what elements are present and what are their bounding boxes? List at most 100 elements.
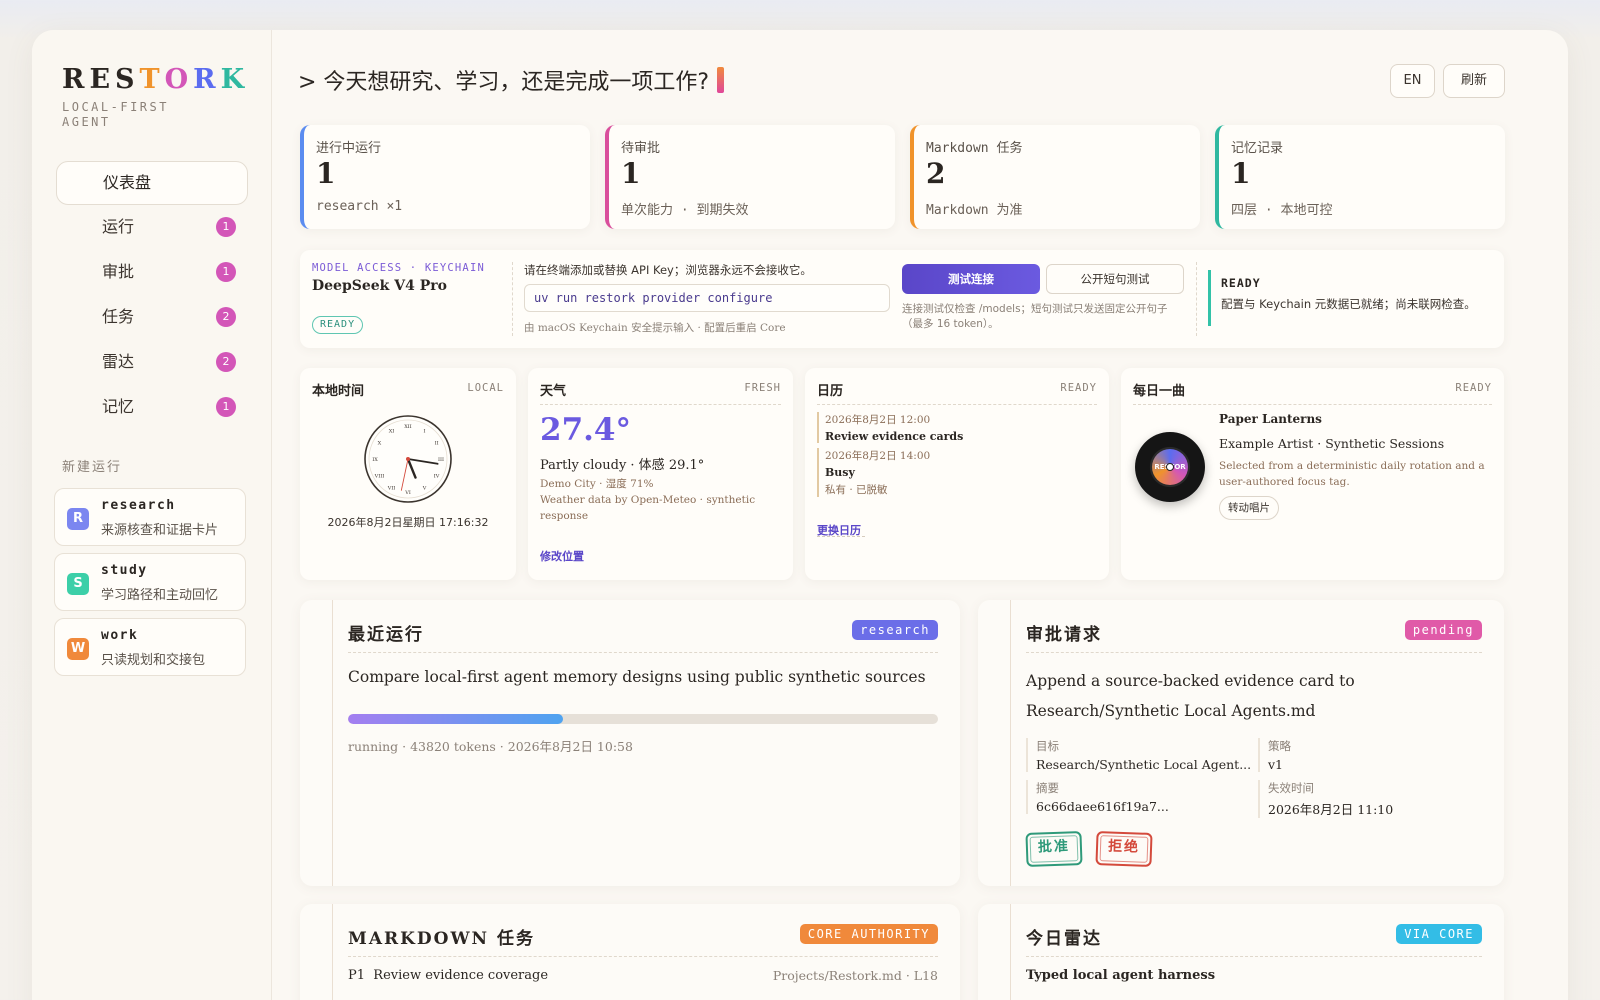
app-window: RESTORK LOCAL-FIRST AGENT 仪表盘 运行 1 审批 1 … — [32, 30, 1568, 1000]
nav-item-memory[interactable]: 记忆 1 — [56, 387, 248, 427]
logo-letter: S — [115, 64, 140, 95]
nav-item-radar[interactable]: 雷达 2 — [56, 342, 248, 382]
nav-item-label: 审批 — [102, 262, 135, 281]
run-type-badge: research — [852, 620, 938, 640]
language-button[interactable]: EN — [1390, 64, 1435, 98]
stat-sub: research ×1 — [316, 199, 403, 214]
spin-record-button[interactable]: 转动唱片 — [1219, 496, 1279, 520]
digest-field: 摘要 6c66daee616f19a7... — [1026, 780, 1169, 814]
sidebar: RESTORK LOCAL-FIRST AGENT 仪表盘 运行 1 审批 1 … — [32, 30, 272, 1000]
model-status-badge: READY — [312, 316, 364, 334]
api-key-instruction: 请在终端添加或替换 API Key；浏览器永远不会接收它。 — [524, 263, 812, 277]
weather-location: Demo City · 湿度 71% — [540, 478, 654, 490]
song-title: Paper Lanterns — [1219, 412, 1322, 426]
radar-item[interactable]: Typed local agent harness — [1026, 968, 1215, 983]
authority-badge: CORE AUTHORITY — [799, 924, 938, 944]
logo-letter: E — [89, 64, 116, 95]
change-calendar-link[interactable]: 更换日历 — [817, 522, 861, 538]
count-badge: 1 — [216, 397, 236, 417]
task-item[interactable]: P1 Review evidence coverage — [348, 968, 548, 983]
count-badge: 2 — [216, 352, 236, 372]
logo-letter: K — [220, 64, 250, 95]
refresh-button[interactable]: 刷新 — [1443, 64, 1505, 98]
stat-label: Markdown 任务 — [926, 141, 1023, 156]
widget-tag: READY — [1455, 382, 1492, 394]
widget-title: 日历 — [817, 384, 844, 399]
weather-widget: 天气 FRESH 27.4° Partly cloudy · 体感 29.1° … — [528, 368, 793, 580]
clock-numeral: VII — [387, 486, 396, 492]
event-name: Busy — [825, 466, 855, 479]
run-description[interactable]: Compare local-first agent memory designs… — [348, 668, 938, 686]
nav-item-label: 记忆 — [102, 397, 135, 416]
run-template-name: research — [101, 498, 176, 513]
calendar-widget: 日历 READY 2026年8月2日 12:00 Review evidence… — [805, 368, 1109, 580]
nav-item-tasks[interactable]: 任务 2 — [56, 297, 248, 337]
run-progress-bar — [348, 714, 938, 724]
nav-item-approvals[interactable]: 审批 1 — [56, 252, 248, 292]
run-template-desc: 来源核查和证据卡片 — [101, 523, 219, 538]
nav-item-runs[interactable]: 运行 1 — [56, 207, 248, 247]
radar-panel: 今日雷达 VIA CORE Typed local agent harness — [978, 904, 1504, 1000]
calendar-event[interactable]: 2026年8月2日 12:00 Review evidence cards — [817, 412, 963, 443]
policy-field: 策略 v1 — [1258, 738, 1291, 772]
change-location-link[interactable]: 修改位置 — [540, 548, 584, 564]
stat-value: 1 — [621, 157, 641, 190]
calendar-event[interactable]: 2026年8月2日 14:00 Busy 私有 · 已脱敏 — [817, 448, 930, 497]
target-field: 目标 Research/Synthetic Local Agent... — [1026, 738, 1251, 772]
nav-item-label: 运行 — [102, 217, 135, 236]
keychain-hint: 由 macOS Keychain 安全提示输入 · 配置后重启 Core — [524, 322, 786, 334]
approve-button[interactable]: 批准 — [1025, 831, 1083, 867]
new-run-study-button[interactable]: S study 学习路径和主动回忆 — [54, 553, 246, 611]
via-core-badge: VIA CORE — [1396, 924, 1482, 944]
field-value: 2026年8月2日 11:10 — [1268, 802, 1394, 817]
weather-temperature: 27.4° — [540, 412, 632, 448]
divider — [1196, 262, 1197, 336]
divider — [512, 262, 513, 336]
clock-center — [406, 457, 410, 461]
song-description: Selected from a deterministic daily rota… — [1219, 460, 1485, 488]
count-badge: 2 — [216, 307, 236, 327]
new-run-work-button[interactable]: W work 只读规划和交接包 — [54, 618, 246, 676]
markdown-tasks-panel: MARKDOWN 任务 CORE AUTHORITY P1 Review evi… — [300, 904, 960, 1000]
event-time: 2026年8月2日 12:00 — [825, 414, 931, 426]
divider — [348, 652, 938, 653]
stat-sub: 单次能力 · 到期失效 — [621, 203, 749, 218]
widget-title: 本地时间 — [312, 384, 365, 399]
logo: RESTORK — [62, 64, 249, 95]
clock-numeral: IV — [434, 474, 440, 480]
stat-card-markdown-tasks[interactable]: Markdown 任务 2 Markdown 为准 — [910, 125, 1200, 229]
field-label: 策略 — [1268, 739, 1291, 753]
reject-button[interactable]: 拒绝 — [1095, 831, 1153, 867]
public-sentence-test-button[interactable]: 公开短句测试 — [1046, 264, 1184, 294]
logo-letter: R — [193, 64, 221, 95]
stat-card-pending-approvals[interactable]: 待审批 1 单次能力 · 到期失效 — [605, 125, 895, 229]
prompt-text: > 今天想研究、学习，还是完成一项工作? — [298, 70, 710, 95]
margin-line — [1010, 600, 1011, 886]
clock-numeral: II — [435, 441, 439, 447]
clock-numeral: XI — [389, 428, 395, 434]
logo-letter: T — [139, 64, 165, 95]
approval-panel: 审批请求 pending Append a source-backed evid… — [978, 600, 1504, 886]
configure-command-field[interactable]: uv run restork provider configure — [524, 284, 890, 312]
task-path: Projects/Restork.md · L18 — [772, 968, 938, 983]
margin-line — [1010, 904, 1011, 1000]
stat-card-memory-records[interactable]: 记忆记录 1 四层 · 本地可控 — [1215, 125, 1505, 229]
vinyl-record-icon[interactable]: RESTOR — [1135, 432, 1205, 502]
clock-numeral: X — [378, 441, 382, 447]
stat-card-active-runs[interactable]: 进行中运行 1 research ×1 — [300, 125, 590, 229]
margin-line — [332, 904, 333, 1000]
test-connection-button[interactable]: 测试连接 — [902, 264, 1040, 294]
run-template-name: study — [101, 563, 148, 578]
divider — [1133, 404, 1492, 405]
field-value: Research/Synthetic Local Agent... — [1036, 757, 1252, 772]
divider — [817, 404, 1097, 405]
new-run-heading: 新建运行 — [62, 460, 123, 475]
clock-numeral: VI — [404, 490, 411, 496]
nav-item-dashboard[interactable]: 仪表盘 — [56, 161, 248, 205]
page-prompt: > 今天想研究、学习，还是完成一项工作? — [298, 64, 725, 96]
run-template-name: work — [101, 628, 139, 643]
analog-clock: XIIIIIIIIIVVVIVIIVIIIIXXXI — [364, 415, 452, 503]
widget-tag: FRESH — [744, 382, 781, 394]
panel-title: MARKDOWN 任务 — [348, 929, 536, 949]
new-run-research-button[interactable]: R research 来源核查和证据卡片 — [54, 488, 246, 546]
